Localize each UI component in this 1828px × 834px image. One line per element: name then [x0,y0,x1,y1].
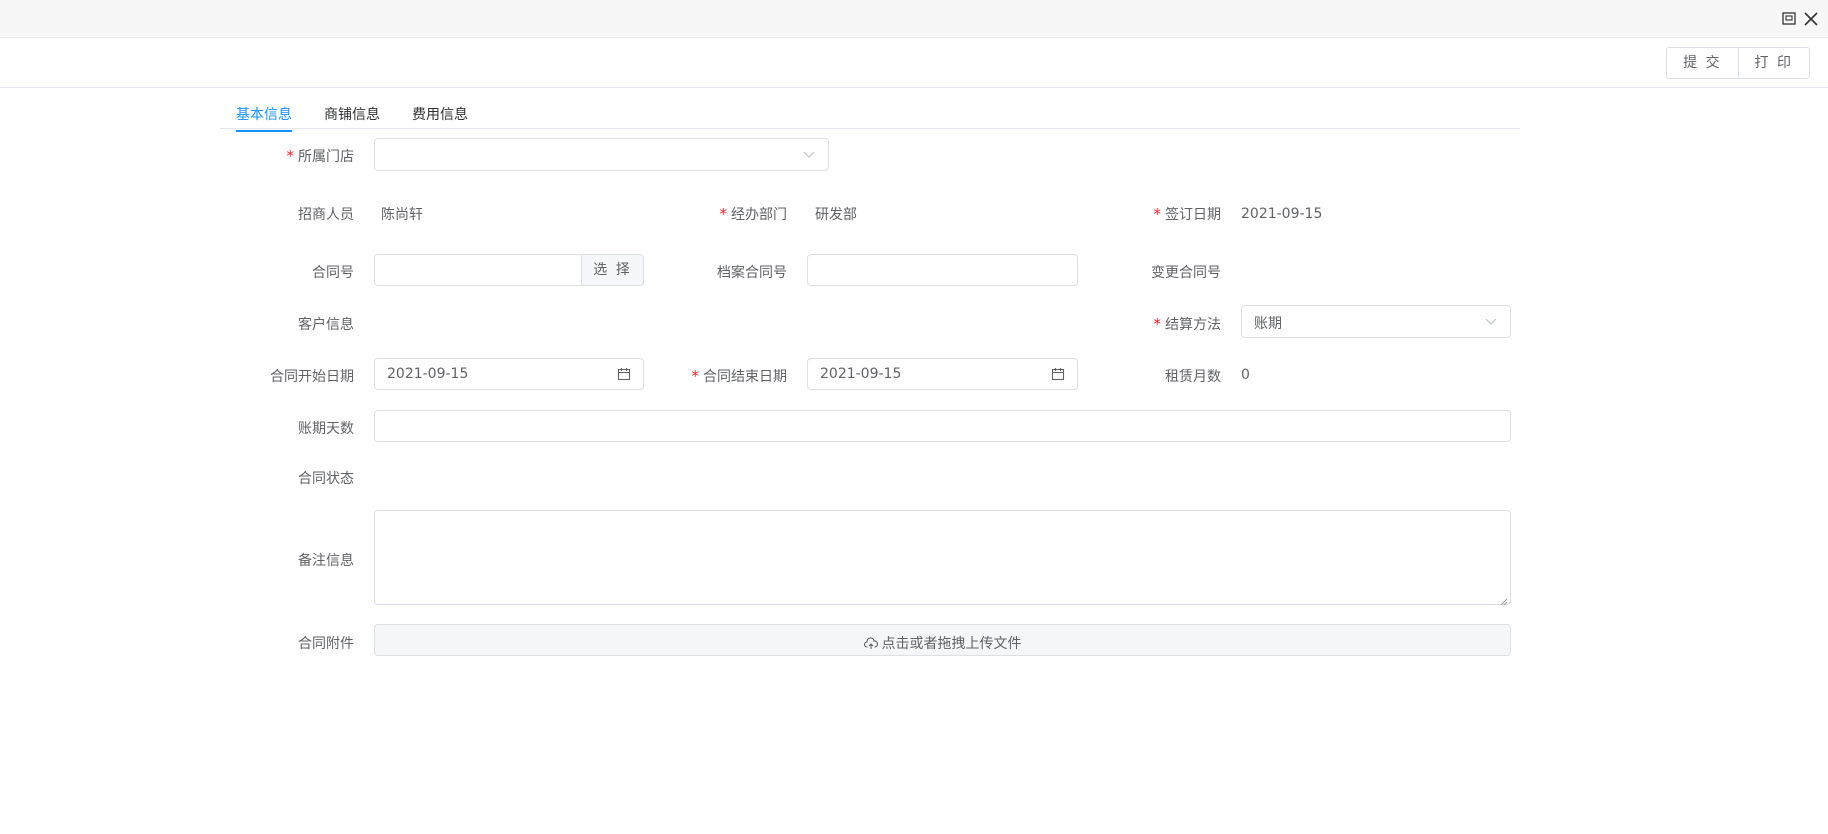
start-date-picker[interactable]: 2021-09-15 [374,358,644,390]
sign-date-value: 2021-09-15 [1241,206,1323,222]
recruiter-label: 招商人员 [298,207,354,223]
settlement-label: * 结算方法 [1153,315,1222,333]
archive-no-label: 档案合同号 [717,265,787,281]
end-date-label: * 合同结束日期 [691,367,788,385]
cloud-upload-icon [863,637,878,654]
upload-text: 点击或者拖拽上传文件 [881,636,1022,652]
contract-no-label: 合同号 [312,265,354,281]
calendar-icon [1051,367,1065,381]
required-mark: * [691,367,700,385]
print-button[interactable]: 打 印 [1737,47,1810,79]
store-select[interactable] [374,138,829,171]
select-contract-button[interactable]: 选 择 [582,254,644,286]
action-button-group: 提 交 打 印 [1666,47,1810,79]
tab-shop-info[interactable]: 商铺信息 [324,104,380,130]
chevron-down-icon [802,147,816,161]
sign-date-label: * 签订日期 [1153,205,1222,223]
contract-status-label: 合同状态 [298,471,354,487]
settlement-select[interactable]: 账期 [1241,305,1511,338]
start-date-label: 合同开始日期 [270,369,354,385]
close-icon[interactable] [1802,10,1820,28]
end-date-picker[interactable]: 2021-09-15 [807,358,1078,390]
department-label: * 经办部门 [719,205,788,223]
attachment-label: 合同附件 [298,636,354,652]
store-label: * 所属门店 [286,147,355,165]
department-value: 研发部 [815,207,857,223]
window-titlebar [0,0,1828,38]
calendar-icon [617,367,631,381]
action-toolbar: 提 交 打 印 [0,38,1828,88]
lease-months-value: 0 [1241,367,1250,383]
submit-button[interactable]: 提 交 [1666,47,1739,79]
customer-info-label: 客户信息 [298,317,354,333]
remarks-textarea[interactable] [374,510,1511,606]
required-mark: * [286,147,295,165]
required-mark: * [719,205,728,223]
chevron-down-icon [1484,314,1498,328]
recruiter-value: 陈尚轩 [381,207,423,223]
required-mark: * [1153,315,1162,333]
change-no-label: 变更合同号 [1151,265,1221,281]
contract-no-input[interactable] [374,254,582,286]
archive-no-input[interactable] [807,254,1078,286]
restore-window-icon[interactable] [1781,10,1799,28]
lease-months-label: 租赁月数 [1165,369,1221,385]
form-tabs: 基本信息 商铺信息 费用信息 [220,96,1520,132]
required-mark: * [1153,205,1162,223]
remarks-label: 备注信息 [298,553,354,569]
credit-days-label: 账期天数 [298,421,354,437]
resize-handle-icon[interactable] [1500,594,1508,606]
credit-days-input[interactable] [374,410,1511,442]
tab-basic-info[interactable]: 基本信息 [236,104,292,132]
tab-fee-info[interactable]: 费用信息 [412,104,468,130]
upload-dropzone[interactable]: 点击或者拖拽上传文件 [374,624,1511,656]
